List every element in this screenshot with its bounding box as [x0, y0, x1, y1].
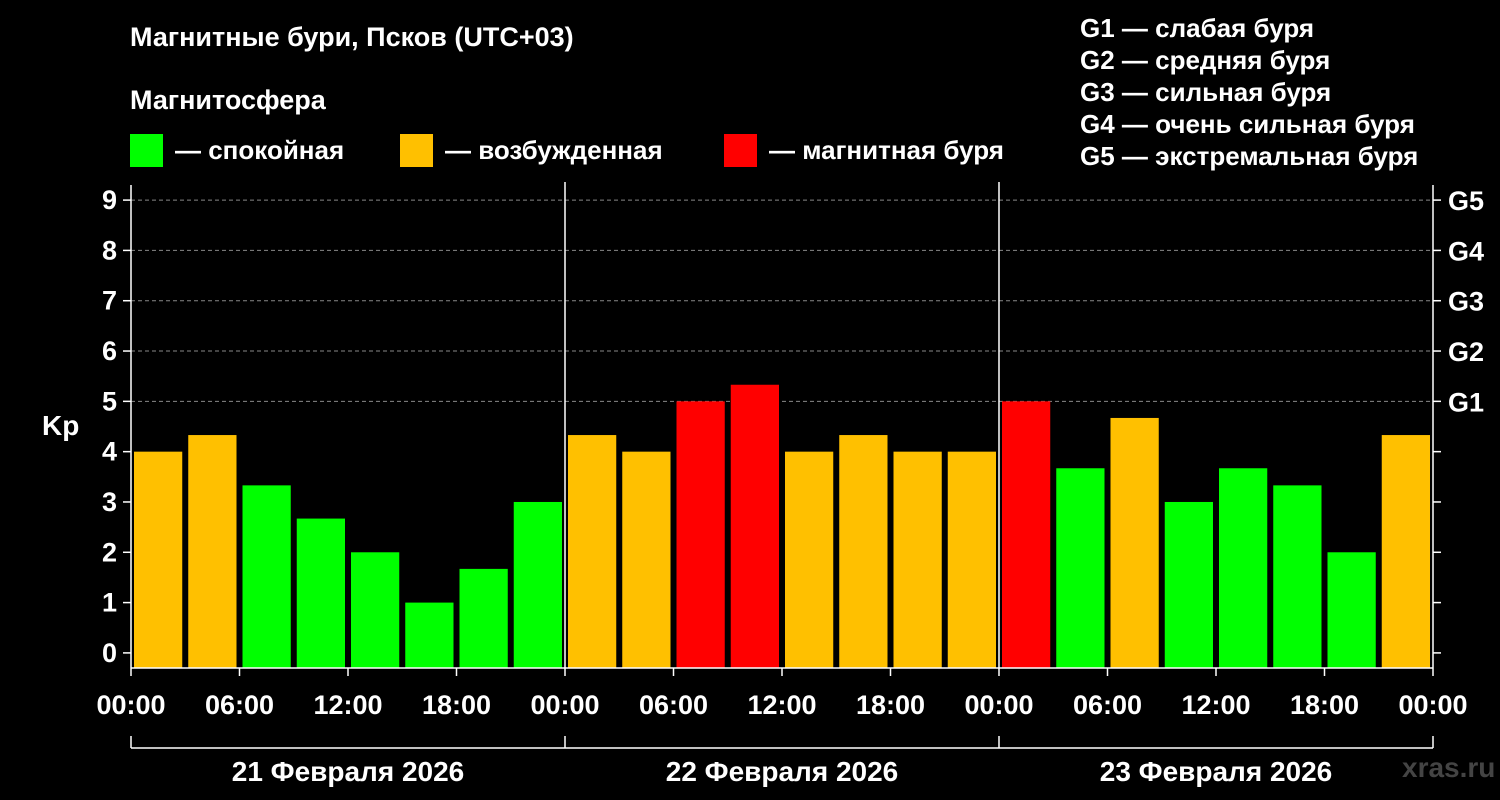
y-tick-label: 0: [102, 638, 117, 668]
bar-quiet: [1056, 468, 1105, 668]
y-tick-label: 6: [102, 336, 117, 366]
x-tick-label: 00:00: [964, 690, 1033, 720]
right-tick-label: G3: [1448, 287, 1484, 317]
day-label: 22 Февраля 2026: [666, 756, 898, 787]
y-tick-label: 1: [102, 588, 117, 618]
right-tick-label: G4: [1448, 236, 1484, 266]
bar-excited: [568, 435, 617, 668]
bar-excited: [1110, 417, 1159, 668]
bar-storm: [730, 384, 779, 668]
bar-quiet: [459, 568, 508, 668]
bar-quiet: [1273, 485, 1322, 668]
x-tick-label: 06:00: [1073, 690, 1142, 720]
bar-excited: [188, 435, 237, 668]
y-tick-label: 3: [102, 487, 117, 517]
right-tick-label: G5: [1448, 186, 1484, 216]
y-tick-label: 5: [102, 386, 117, 416]
y-axis-label: Kp: [42, 410, 80, 441]
legend-label-excited: — возбужденная: [445, 134, 663, 165]
legend-item-excited: — возбужденная: [400, 132, 663, 168]
legend-label-quiet: — спокойная: [175, 134, 345, 165]
y-tick-label: 8: [102, 235, 117, 265]
y-tick-label: 4: [102, 437, 117, 467]
x-tick-label: 06:00: [639, 690, 708, 720]
bar-excited: [839, 435, 888, 668]
bar-quiet: [405, 602, 454, 668]
bar-storm: [676, 401, 725, 668]
right-tick-label: G1: [1448, 387, 1484, 417]
legend-item-storm: — магнитная буря: [724, 132, 1004, 168]
legend-item-quiet: — спокойная: [130, 132, 344, 168]
g-legend-g3: G3 — сильная буря: [1080, 77, 1332, 107]
bar-quiet: [1164, 501, 1213, 668]
bar-quiet: [513, 501, 562, 668]
x-tick-label: 00:00: [1398, 690, 1467, 720]
bar-storm: [1002, 401, 1051, 668]
x-tick-label: 18:00: [1290, 690, 1359, 720]
day-label: 21 Февраля 2026: [232, 756, 464, 787]
bar-excited: [1381, 435, 1430, 668]
right-tick-label: G2: [1448, 337, 1484, 367]
g-legend-g2: G2 — средняя буря: [1080, 45, 1331, 75]
watermark: xras.ru: [1402, 752, 1496, 783]
y-tick-label: 7: [102, 286, 117, 316]
x-tick-label: 00:00: [530, 690, 599, 720]
chart-title: Магнитные бури, Псков (UTC+03): [130, 22, 574, 52]
bar-quiet: [1219, 468, 1268, 668]
legend-swatch-storm: [724, 133, 757, 167]
chart-subtitle: Магнитосфера: [130, 85, 326, 115]
bar-quiet: [351, 552, 400, 668]
x-tick-label: 00:00: [96, 690, 165, 720]
y-tick-label: 9: [102, 185, 117, 215]
bar-excited: [947, 451, 996, 668]
bar-excited: [622, 451, 671, 668]
x-tick-label: 12:00: [747, 690, 816, 720]
legend-swatch-excited: [400, 133, 433, 167]
day-label: 23 Февраля 2026: [1100, 756, 1332, 787]
bar-excited: [893, 451, 942, 668]
g-legend-g5: G5 — экстремальная буря: [1080, 141, 1419, 171]
bar-quiet: [242, 485, 291, 668]
bar-quiet: [296, 518, 345, 668]
x-tick-label: 18:00: [422, 690, 491, 720]
g-legend-g4: G4 — очень сильная буря: [1080, 109, 1415, 139]
legend-swatch-quiet: [130, 133, 163, 167]
y-tick-label: 2: [102, 537, 117, 567]
bar-quiet: [1327, 552, 1376, 668]
bar-excited: [134, 451, 183, 668]
g-scale-legend: G1 — слабая буря G2 — средняя буря G3 — …: [1080, 12, 1418, 172]
g-legend-g1: G1 — слабая буря: [1080, 13, 1315, 43]
bar-excited: [785, 451, 834, 668]
x-tick-label: 18:00: [856, 690, 925, 720]
x-tick-label: 12:00: [313, 690, 382, 720]
x-tick-label: 12:00: [1181, 690, 1250, 720]
legend-label-storm: — магнитная буря: [769, 134, 1004, 165]
x-tick-label: 06:00: [205, 690, 274, 720]
